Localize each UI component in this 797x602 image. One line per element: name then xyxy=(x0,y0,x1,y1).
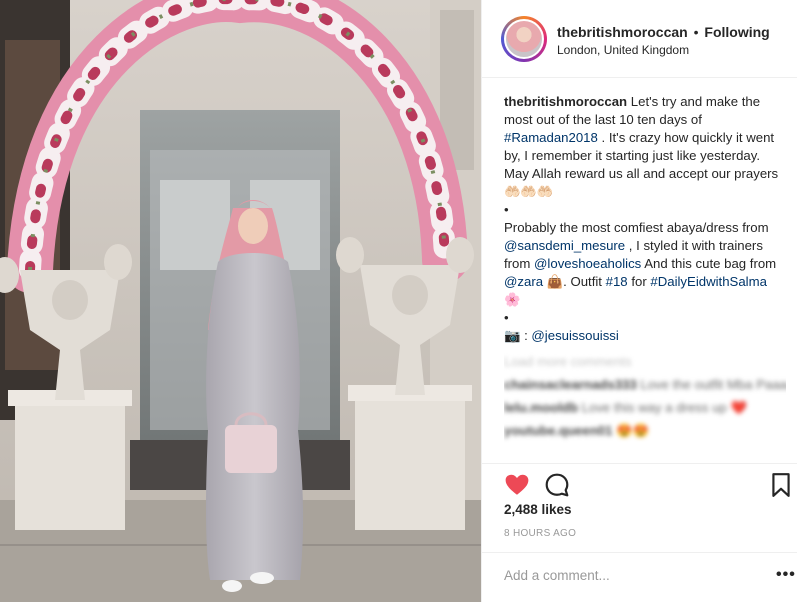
header-user-row: thebritishmoroccan • Following xyxy=(557,24,770,40)
mention-zara[interactable]: @zara xyxy=(504,274,543,289)
avatar[interactable] xyxy=(501,16,547,62)
comment-item: chainsaclearnads333 Love the outfit Mba … xyxy=(504,376,786,394)
comment-username[interactable]: chainsaclearnads333 xyxy=(504,377,637,392)
post-header: thebritishmoroccan • Following London, U… xyxy=(482,0,797,78)
caption-bullet-2: • xyxy=(504,310,509,325)
caption-text-5: And this cute bag from xyxy=(641,256,777,271)
comment-text: 😍😍 xyxy=(616,423,649,438)
caption-text-7: for xyxy=(627,274,651,289)
heart-filled-icon[interactable] xyxy=(504,472,530,498)
camera-credit-prefix: 📷 : xyxy=(504,328,532,343)
more-options-icon[interactable]: ••• xyxy=(776,566,796,584)
username-link[interactable]: thebritishmoroccan xyxy=(557,24,688,40)
hashtag-dailyeidwithsalma[interactable]: #DailyEidwithSalma xyxy=(650,274,767,289)
comment-item: youtube.queen01 😍😍 xyxy=(504,422,786,440)
comment-username[interactable]: youtube.queen01 xyxy=(504,423,612,438)
post-image xyxy=(0,0,481,602)
comment-item: lelu.mooldb Love this way a dress up ❤️ xyxy=(504,399,786,417)
caption-credit: 📷 : @jesuissouissi xyxy=(504,327,786,345)
location-link[interactable]: London, United Kingdom xyxy=(557,43,689,57)
comment-text: Love the outfit Mba Paaaaru 😍 xyxy=(640,377,786,392)
hashtag-18[interactable]: #18 xyxy=(606,274,628,289)
mention-sansdemi[interactable]: @sansdemi_mesure xyxy=(504,238,625,253)
comment-text: Love this way a dress up ❤️ xyxy=(581,400,747,415)
comment-icon[interactable] xyxy=(544,472,570,498)
caption-paragraph-2: Probably the most comfiest abaya/dress f… xyxy=(504,219,786,309)
post-photo[interactable] xyxy=(0,0,481,602)
separator-dot: • xyxy=(693,24,699,40)
caption-username[interactable]: thebritishmoroccan xyxy=(504,94,627,109)
add-comment-input[interactable]: Add a comment... xyxy=(504,568,610,583)
likes-count[interactable]: 2,488 likes xyxy=(504,502,572,517)
add-comment-bar: Add a comment... ••• xyxy=(482,552,797,602)
mention-jesuissouissi[interactable]: @jesuissouissi xyxy=(531,328,618,343)
caption-bullet: • xyxy=(504,202,509,217)
caption-text-6: 👜. Outfit xyxy=(543,274,606,289)
following-button[interactable]: Following xyxy=(704,24,769,40)
bookmark-icon[interactable] xyxy=(771,472,791,498)
mention-loveshoeaholics[interactable]: @loveshoeaholics xyxy=(534,256,641,271)
post-timestamp: 8 HOURS AGO xyxy=(504,528,577,539)
action-bar xyxy=(482,463,797,503)
hashtag-ramadan2018[interactable]: #Ramadan2018 xyxy=(504,130,598,145)
comments-area[interactable]: thebritishmoroccan Let's try and make th… xyxy=(504,93,786,461)
load-more-comments-button[interactable]: Load more comments xyxy=(504,353,786,371)
avatar-image xyxy=(504,19,544,59)
caption: thebritishmoroccan Let's try and make th… xyxy=(504,93,786,345)
comment-username[interactable]: lelu.mooldb xyxy=(504,400,578,415)
caption-text-3: Probably the most comfiest abaya/dress f… xyxy=(504,220,769,235)
caption-text-8: 🌸 xyxy=(504,292,521,307)
post-side-panel: thebritishmoroccan • Following London, U… xyxy=(481,0,797,602)
